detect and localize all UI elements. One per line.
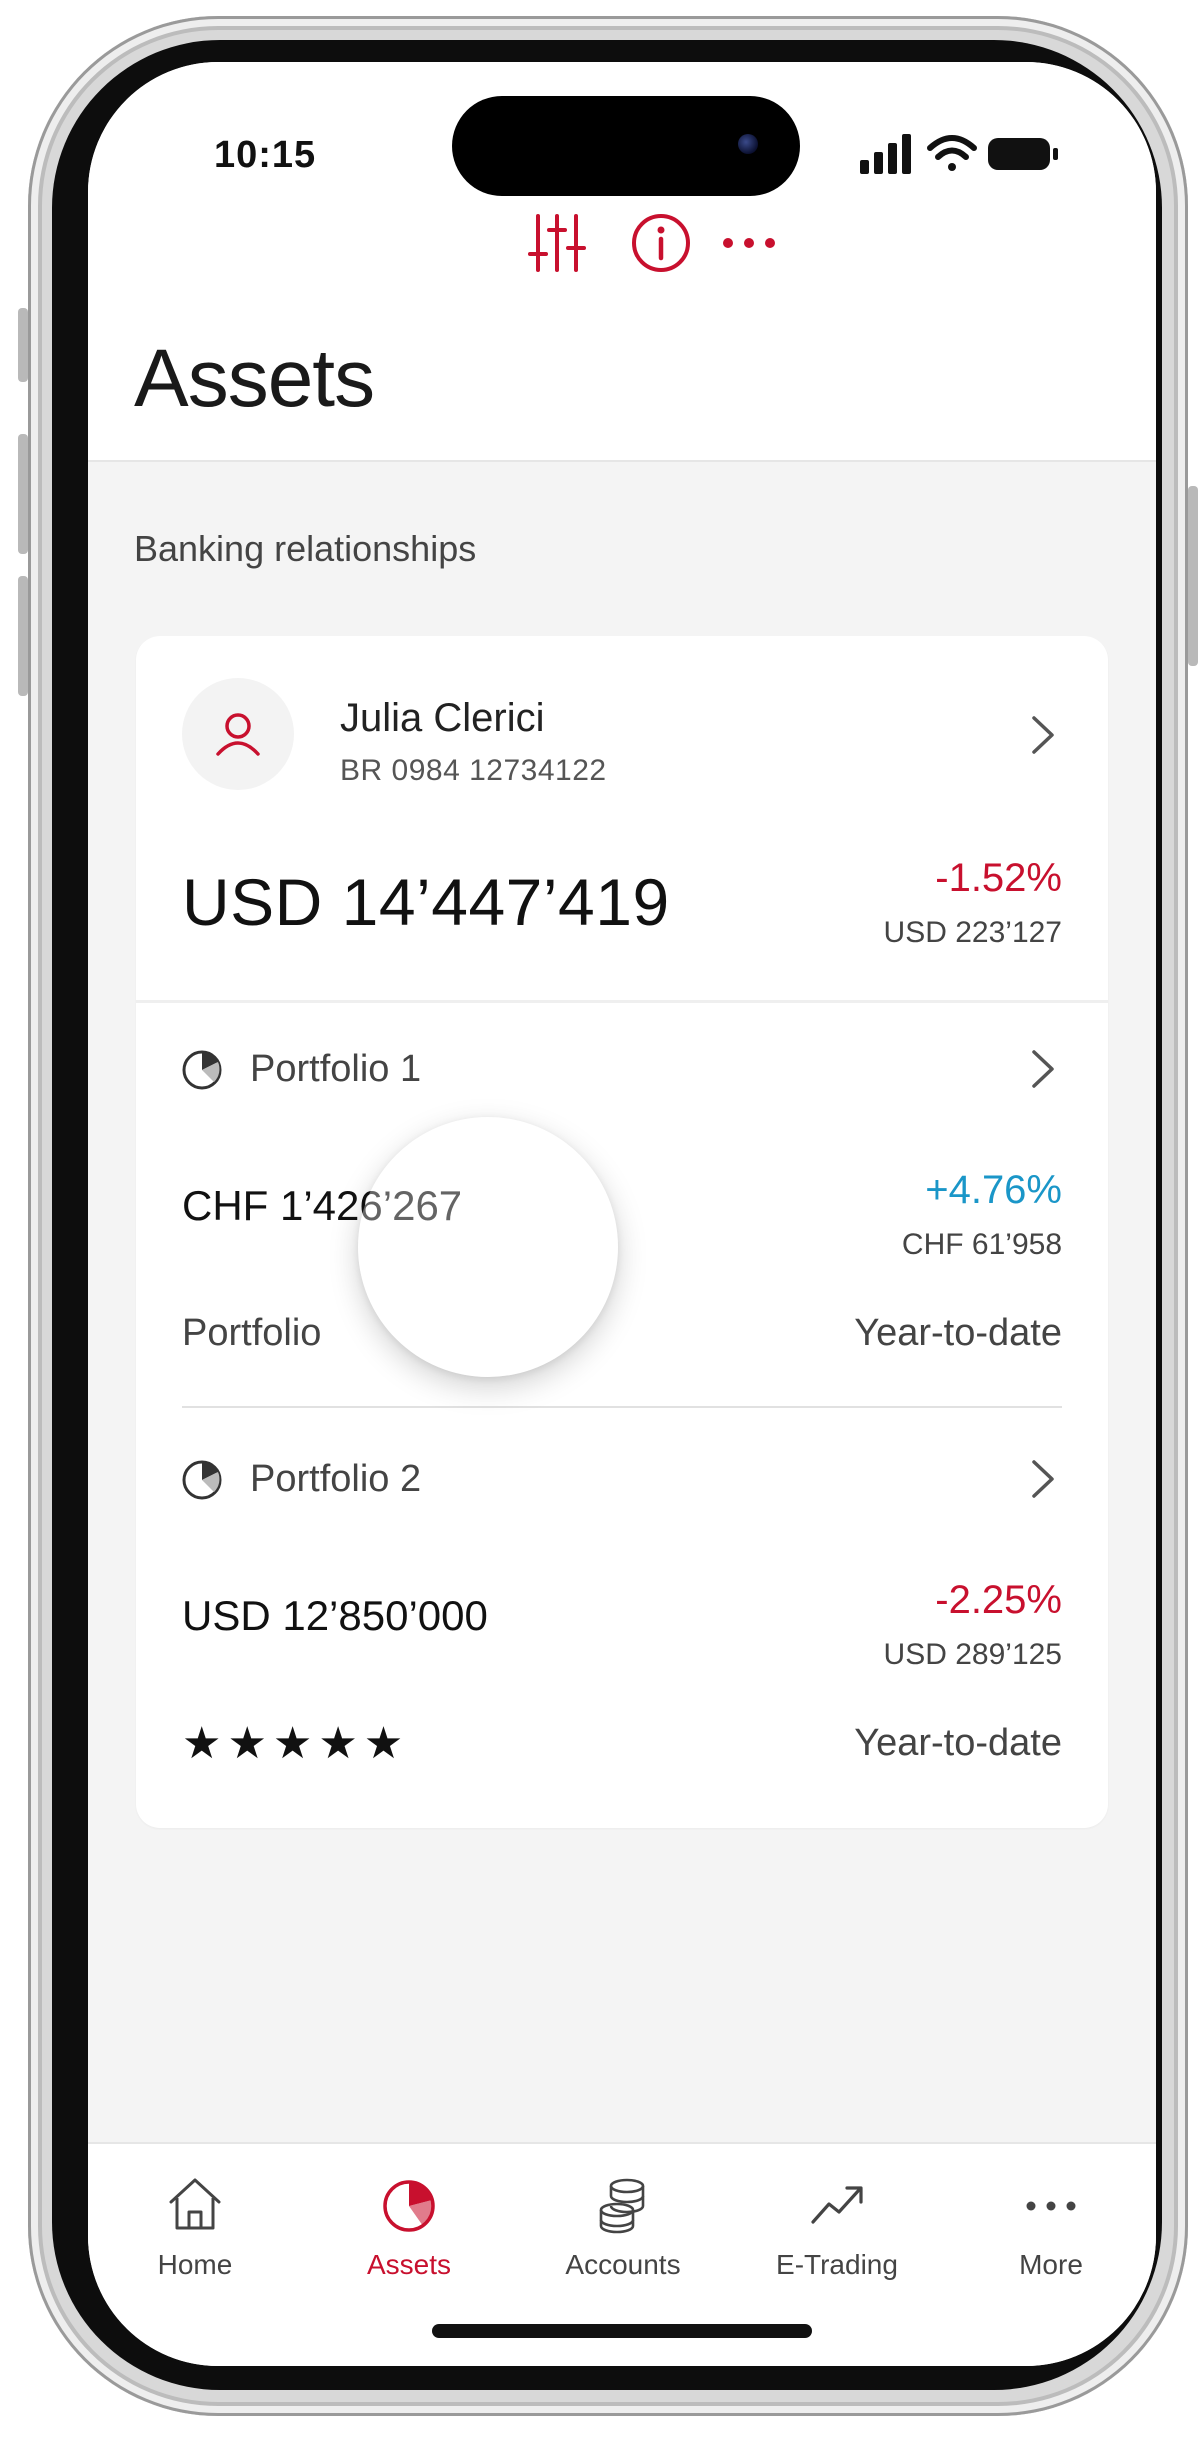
wifi-icon [927, 135, 977, 171]
tab-label: Assets [366, 2249, 452, 2280]
coins-icon [599, 2178, 645, 2234]
volume-down-button [18, 576, 28, 696]
volume-up-button [18, 434, 28, 554]
period-label: Year-to-date [854, 1722, 1062, 1764]
portfolio-item[interactable]: Portfolio 1 CHF 1’426’267 +4.76% CHF 61’… [136, 1002, 1108, 1406]
status-time: 10:15 [214, 134, 317, 176]
chevron-right-icon[interactable] [1022, 1044, 1062, 1094]
page-title: Assets [134, 333, 375, 424]
app-header: 10:15 Assets [88, 62, 1156, 462]
app-screen: 10:15 Assets Banking relationships Julia… [88, 62, 1156, 2366]
portfolio-value: USD 12’850’000 [182, 1592, 488, 1639]
portfolio-name: Portfolio 2 [250, 1458, 422, 1500]
tab-label: E-Trading [776, 2249, 898, 2280]
status-icons [860, 134, 1058, 174]
portfolio-pie-icon [182, 1050, 222, 1090]
battery-icon [988, 138, 1058, 170]
portfolio-change-abs: CHF 61’958 [901, 1228, 1062, 1261]
camera-icon [738, 134, 758, 154]
home-indicator [432, 2324, 812, 2338]
tab-e-trading[interactable]: E-Trading [730, 2144, 944, 2304]
period-label: Year-to-date [854, 1312, 1062, 1354]
power-button [1188, 486, 1198, 666]
more-dots-icon [1026, 2201, 1076, 2211]
relationship-change-pct: -1.52% [935, 856, 1062, 900]
relationship-row[interactable]: Julia Clerici BR 0984 12734122 USD 14’44… [136, 636, 1108, 1000]
touch-magnifier [358, 1117, 618, 1377]
tab-accounts[interactable]: Accounts [516, 2144, 730, 2304]
more-options-icon[interactable] [716, 210, 782, 276]
home-icon [169, 2178, 221, 2230]
filter-sliders-icon[interactable] [524, 210, 590, 276]
chevron-right-icon[interactable] [1022, 1454, 1062, 1504]
action-button [18, 308, 28, 382]
person-icon [216, 713, 260, 756]
trend-up-icon [811, 2186, 863, 2224]
signal-icon [860, 134, 911, 174]
portfolio-pie-icon [182, 1460, 222, 1500]
client-name: Julia Clerici [340, 696, 545, 740]
section-label: Banking relationships [134, 528, 477, 569]
portfolio-change-abs: USD 289’125 [883, 1638, 1062, 1671]
tab-label: More [1019, 2249, 1083, 2280]
relationship-total: USD 14’447’419 [182, 865, 670, 939]
chevron-right-icon[interactable] [1022, 710, 1062, 760]
tab-home[interactable]: Home [88, 2144, 302, 2304]
relationship-id: BR 0984 12734122 [340, 754, 607, 787]
tab-label: Home [157, 2249, 233, 2280]
portfolio-name: Portfolio 1 [250, 1048, 422, 1090]
portfolio-change-pct: -2.25% [935, 1578, 1062, 1622]
info-icon[interactable] [628, 210, 694, 276]
tab-assets[interactable]: Assets [302, 2144, 516, 2304]
avatar [182, 678, 294, 790]
portfolio-change-pct: +4.76% [925, 1168, 1062, 1212]
banking-relationship-card: Julia Clerici BR 0984 12734122 USD 14’44… [136, 636, 1108, 1828]
pie-chart-icon [383, 2180, 435, 2232]
portfolio-type-label: Portfolio [182, 1312, 322, 1354]
tab-more[interactable]: More [944, 2144, 1156, 2304]
dynamic-island [452, 96, 800, 196]
relationship-change-abs: USD 223’127 [883, 916, 1062, 949]
portfolio-item[interactable]: Portfolio 2 USD 12’850’000 -2.25% USD 28… [136, 1408, 1108, 1818]
star-rating: ★★★★★ [182, 1719, 410, 1768]
tab-label: Accounts [565, 2249, 681, 2280]
